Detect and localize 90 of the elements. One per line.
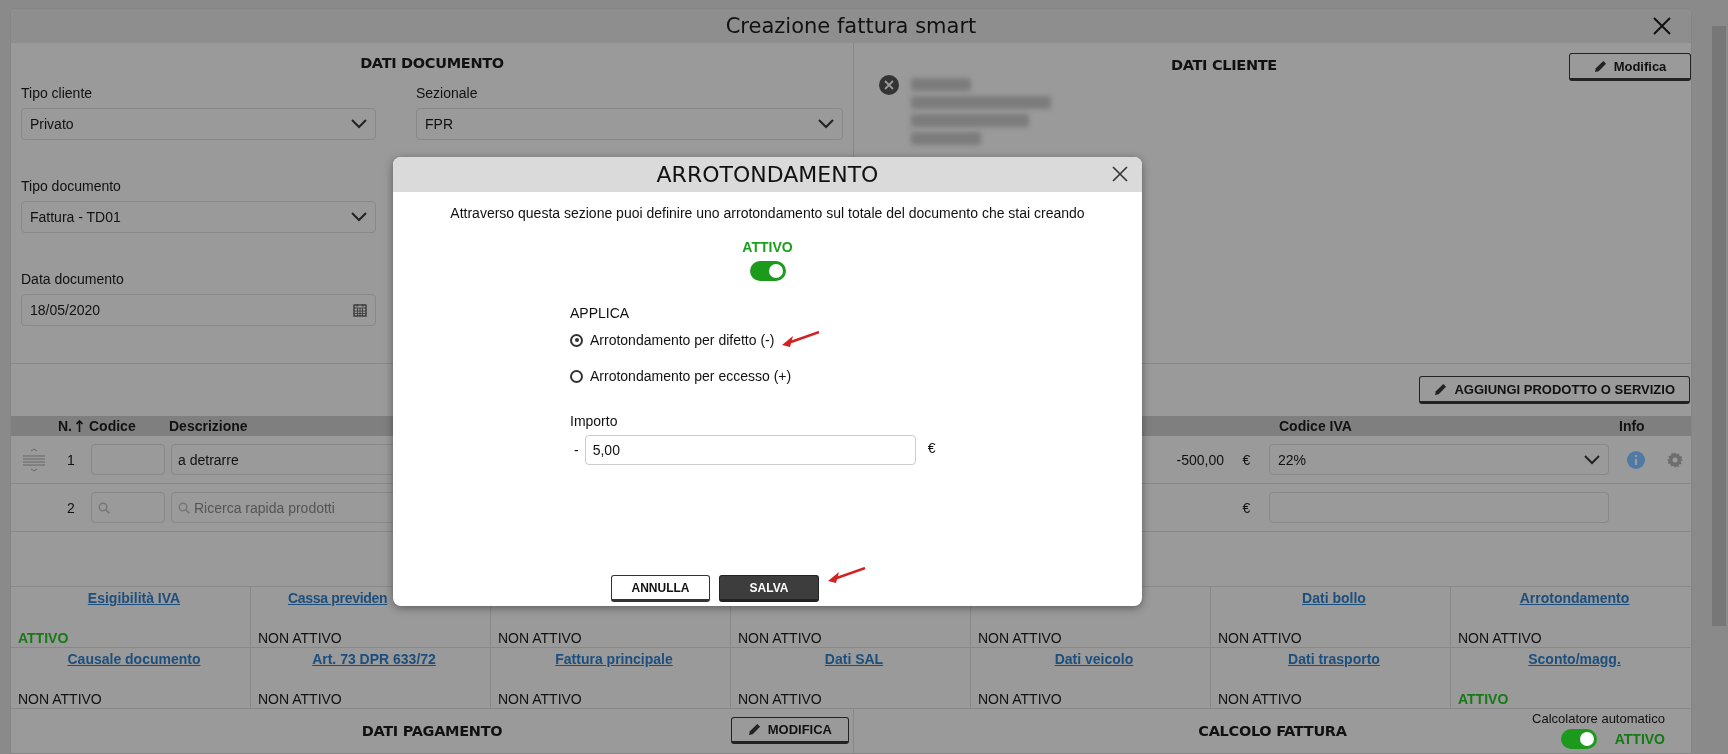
select-field[interactable]: Privato: [21, 108, 376, 140]
edit-button[interactable]: MODIFICA: [730, 717, 849, 744]
status-text: ATTIVO: [1614, 731, 1665, 747]
sort-up-icon: [76, 420, 83, 432]
minus-sign: -: [574, 442, 579, 458]
currency-symbol: €: [1241, 451, 1252, 468]
dialog-description: Attraverso questa sezione puoi definire uno arrotondamento sul totale del documento che stai creando: [450, 205, 1085, 221]
option-link[interactable]: Esigibilità IVA: [87, 590, 181, 606]
option-status: NON ATTIVO: [258, 630, 343, 646]
close-icon[interactable]: [1112, 166, 1128, 182]
dialog-title: ARROTONDAMENTO: [656, 162, 879, 187]
radio-option[interactable]: Arrotondamento per difetto (-): [570, 332, 775, 348]
section-heading: CALCOLO FATTURA: [1198, 723, 1347, 739]
section-heading: DATI PAGAMENTO: [361, 723, 503, 739]
pencil-icon: [1434, 382, 1448, 396]
field-label: Data documento: [21, 271, 125, 287]
select-field[interactable]: Fattura - TD01: [21, 201, 376, 233]
date-field[interactable]: 18/05/2020: [21, 294, 376, 326]
search-icon: [178, 501, 190, 514]
option-link[interactable]: Fattura principale: [555, 651, 673, 667]
pointer-arrow: [782, 331, 821, 349]
vat-select[interactable]: 22%: [1269, 444, 1609, 475]
row-number: 1: [66, 451, 76, 468]
option-status: NON ATTIVO: [498, 691, 583, 707]
calendar-icon: [353, 303, 367, 317]
option-status: NON ATTIVO: [978, 630, 1063, 646]
close-icon[interactable]: [1653, 17, 1671, 35]
window-title: Creazione fattura smart: [725, 14, 977, 38]
option-link[interactable]: Sconto/magg.: [1528, 651, 1621, 667]
row-number: 2: [66, 499, 76, 516]
option-status: NON ATTIVO: [18, 691, 103, 707]
chevron-down-icon: [351, 119, 367, 129]
option-link[interactable]: Dati bollo: [1302, 590, 1366, 606]
field-label: Sezionale: [416, 85, 479, 101]
section-heading: DATI DOCUMENTO: [359, 55, 505, 71]
radio-button[interactable]: [570, 369, 583, 383]
section-heading: DATI CLIENTE: [1170, 57, 1278, 73]
option-status: ATTIVO: [1458, 691, 1510, 707]
radio-button[interactable]: [570, 333, 583, 347]
save-button[interactable]: SALVA: [719, 575, 819, 602]
option-status: NON ATTIVO: [1458, 630, 1543, 646]
edit-button[interactable]: Modifica: [1569, 53, 1691, 81]
remove-icon[interactable]: [879, 75, 899, 95]
apply-label: APPLICA: [570, 305, 631, 321]
currency-symbol: €: [1241, 499, 1252, 516]
column-header[interactable]: Codice IVA: [1269, 418, 1609, 434]
column-header[interactable]: Info: [1609, 418, 1691, 434]
select-field[interactable]: FPR: [416, 108, 843, 140]
field-label: Tipo cliente: [21, 85, 94, 101]
option-status: NON ATTIVO: [738, 691, 823, 707]
blurred-text: [911, 132, 981, 145]
option-link[interactable]: Dati trasporto: [1288, 651, 1380, 667]
toggle-switch[interactable]: [1560, 729, 1597, 749]
pencil-icon: [1593, 59, 1607, 73]
toggle-switch[interactable]: [749, 261, 786, 281]
pointer-arrow: [828, 567, 866, 585]
amount-label: Importo: [570, 413, 619, 429]
option-link[interactable]: Causale documento: [67, 651, 201, 667]
cancel-button[interactable]: ANNULLA: [611, 575, 710, 602]
option-status: NON ATTIVO: [1218, 630, 1303, 646]
chevron-down-icon: [351, 212, 367, 222]
settings-icon[interactable]: [1667, 451, 1683, 468]
blurred-text: [911, 78, 971, 91]
search-icon: [98, 501, 110, 514]
radio-option[interactable]: Arrotondamento per eccesso (+): [570, 368, 792, 384]
column-header[interactable]: Codice: [89, 418, 169, 434]
auto-calculator-label: Calcolatore automatico: [1532, 711, 1665, 726]
option-link[interactable]: Art. 73 DPR 633/72: [312, 651, 436, 667]
option-status: NON ATTIVO: [978, 691, 1063, 707]
chevron-down-icon: [1584, 454, 1600, 465]
amount-text: -500,00: [1175, 451, 1224, 468]
option-status: NON ATTIVO: [1218, 691, 1303, 707]
option-status: ATTIVO: [18, 630, 70, 646]
option-link[interactable]: Dati SAL: [824, 651, 884, 667]
amount-field[interactable]: 5,00: [584, 435, 916, 465]
code-search-field[interactable]: [91, 492, 165, 523]
chevron-down-icon: [818, 119, 834, 129]
field-label: Tipo documento: [21, 178, 122, 194]
option-link[interactable]: Cassa previden: [288, 590, 388, 606]
option-status: NON ATTIVO: [498, 630, 583, 646]
column-header[interactable]: N.: [53, 418, 89, 434]
drag-handle-icon[interactable]: [21, 446, 47, 473]
option-status: NON ATTIVO: [258, 691, 343, 707]
option-status: NON ATTIVO: [738, 630, 823, 646]
option-link[interactable]: Dati veicolo: [1054, 651, 1134, 667]
status-text: ATTIVO: [742, 239, 793, 255]
pencil-icon: [747, 723, 761, 736]
option-link[interactable]: Arrotondamento: [1519, 590, 1630, 606]
currency-symbol: €: [927, 440, 936, 456]
add-product-button[interactable]: AGGIUNGI PRODOTTO O SERVIZIO: [1419, 376, 1690, 404]
